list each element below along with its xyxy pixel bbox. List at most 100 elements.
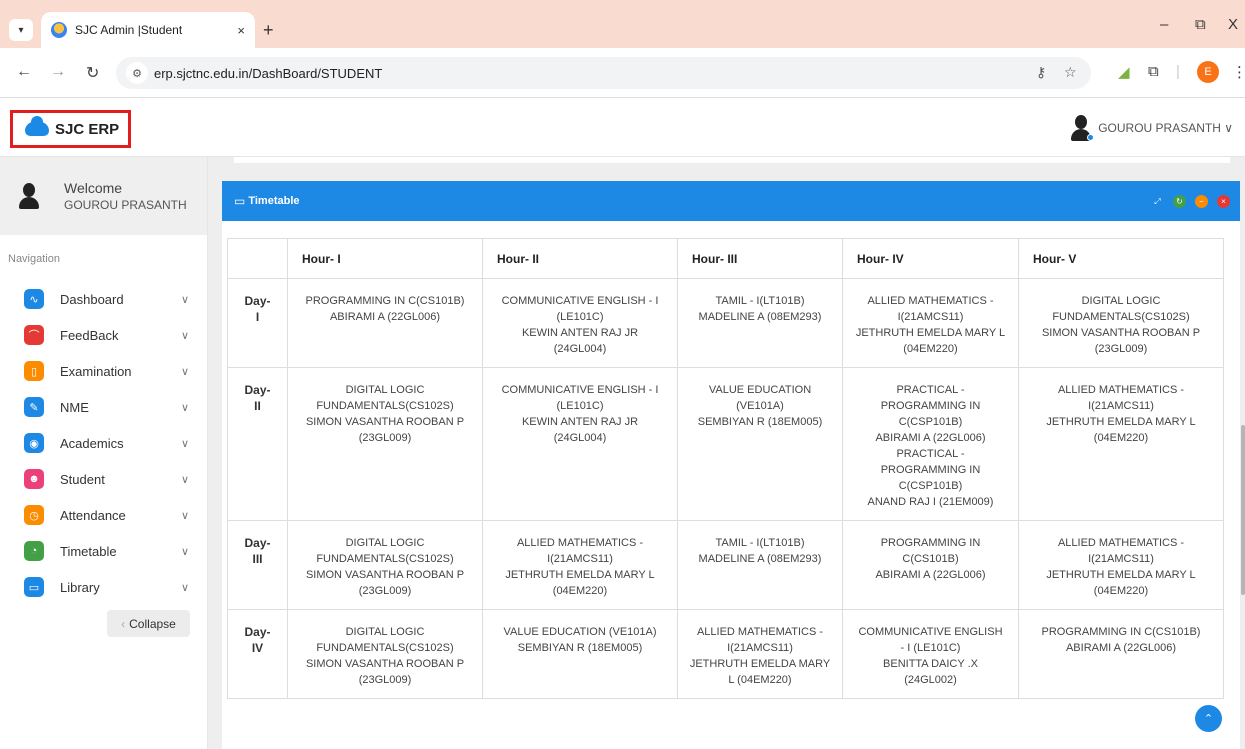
timetable-cell: COMMUNICATIVE ENGLISH - I (LE101C) BENIT…	[842, 609, 1019, 699]
profile-avatar[interactable]: E	[1197, 61, 1219, 83]
timetable-table: Hour- I Hour- II Hour- III Hour- IV Hour- V …	[227, 238, 1224, 699]
rss-icon: ⌒	[24, 325, 44, 345]
chevron-down-icon: ∨	[181, 509, 190, 522]
sidebar-item-nme[interactable]: ✎ NME ∨	[0, 389, 207, 425]
target-icon: ◉	[24, 433, 44, 453]
user-menu-name: GOUROU PRASANTH ∨	[1098, 121, 1233, 135]
restore-window-button[interactable]: ⧉	[1195, 16, 1206, 33]
calendar-icon: ▭	[234, 194, 246, 208]
extensions-puzzle-icon[interactable]: ⧉	[1148, 63, 1159, 80]
sidebar-item-academics[interactable]: ◉ Academics ∨	[0, 425, 207, 461]
expand-icon[interactable]: ⤢	[1151, 195, 1164, 208]
welcome-label: Welcome	[64, 180, 123, 196]
timetable-cell: DIGITAL LOGIC FUNDAMENTALS(CS102S) SIMON…	[287, 367, 483, 521]
minimize-window-button[interactable]: –	[1160, 16, 1168, 33]
book-open-icon: ▭	[24, 577, 44, 597]
scroll-to-top-button[interactable]: ⌃	[1195, 705, 1222, 732]
user-avatar-icon	[1070, 115, 1095, 141]
welcome-user-name: GOUROU PRASANTH	[64, 198, 187, 212]
sidebar-item-label: Timetable	[60, 543, 117, 559]
timetable-cell: ALLIED MATHEMATICS - I(21AMCS11) JETHRUT…	[1018, 367, 1224, 521]
forward-arrow-icon[interactable]: →	[50, 63, 66, 81]
table-row: Day- II DIGITAL LOGIC FUNDAMENTALS(CS102S…	[227, 367, 1224, 521]
browser-tabstrip: ▾ SJC Admin |Student × + – ⧉ X	[0, 0, 1245, 48]
timetable-panel: ▭ Timetable ⤢ ↻ − × Hour- I Hour- II Hour- II…	[222, 181, 1240, 749]
sidebar-item-student[interactable]: ☻ Student ∨	[0, 461, 207, 497]
reload-icon[interactable]: ↻	[86, 63, 99, 83]
day-label: Day- III	[227, 520, 288, 610]
close-window-button[interactable]: X	[1228, 16, 1238, 33]
timetable-cell: ALLIED MATHEMATICS - I(21AMCS11) JETHRUT…	[1018, 520, 1224, 610]
chevron-up-icon: ⌃	[1203, 713, 1214, 725]
sidebar-item-label: Attendance	[60, 507, 126, 523]
close-tab-icon[interactable]: ×	[237, 23, 245, 38]
sidebar-item-label: Dashboard	[60, 291, 124, 307]
password-key-icon[interactable]: ⚷	[1036, 64, 1046, 81]
menu-kebab-icon[interactable]: ⋮	[1232, 63, 1245, 81]
new-tab-button[interactable]: +	[263, 20, 274, 41]
timetable-cell: PROGRAMMING IN C(CS101B) ABIRAMI A (22GL…	[1018, 609, 1224, 699]
site-favicon-icon	[51, 22, 67, 38]
extension-icon[interactable]: ◢	[1118, 63, 1130, 81]
welcome-box: Welcome GOUROU PRASANTH	[0, 157, 207, 235]
chevron-down-icon: ∨	[181, 437, 190, 450]
timetable-cell: TAMIL - I(LT101B) MADELINE A (08EM293)	[677, 278, 843, 368]
panel-header: ▭ Timetable ⤢ ↻ − ×	[222, 181, 1240, 221]
sidebar-item-label: Academics	[60, 435, 124, 451]
chevron-down-icon: ∨	[181, 293, 190, 306]
table-header-row: Hour- I Hour- II Hour- III Hour- IV Hour- V	[227, 238, 1224, 279]
edit-icon: ✎	[24, 397, 44, 417]
timetable-cell: VALUE EDUCATION (VE101A) SEMBIYAN R (18E…	[482, 609, 678, 699]
bookmark-star-icon[interactable]: ☆	[1064, 64, 1077, 81]
sidebar-item-library[interactable]: ▭ Library ∨	[0, 569, 207, 605]
browser-tab[interactable]: SJC Admin |Student ×	[41, 12, 255, 48]
chevron-left-icon: ‹	[121, 616, 126, 631]
timetable-cell: COMMUNICATIVE ENGLISH - I (LE101C) KEWIN…	[482, 278, 678, 368]
sidebar-item-examination[interactable]: ▯ Examination ∨	[0, 353, 207, 389]
sidebar-item-timetable[interactable]: ◔ Timetable ∨	[0, 533, 207, 569]
close-icon[interactable]: ×	[1217, 195, 1230, 208]
sidebar-item-label: NME	[60, 399, 89, 415]
timetable-cell: PROGRAMMING IN C(CS101B) ABIRAMI A (22GL…	[842, 520, 1019, 610]
timetable-cell: ALLIED MATHEMATICS - I(21AMCS11) JETHRUT…	[677, 609, 843, 699]
timetable-cell: ALLIED MATHEMATICS - I(21AMCS11) JETHRUT…	[482, 520, 678, 610]
timetable-cell: PROGRAMMING IN C(CS101B) ABIRAMI A (22GL…	[287, 278, 483, 368]
collapse-button[interactable]: ‹ Collapse	[107, 610, 190, 637]
minimize-icon[interactable]: −	[1195, 195, 1208, 208]
users-icon: ☻	[24, 469, 44, 489]
refresh-icon[interactable]: ↻	[1173, 195, 1186, 208]
sidebar-item-label: Library	[60, 579, 100, 595]
table-row: Day- III DIGITAL LOGIC FUNDAMENTALS(CS102…	[227, 520, 1224, 610]
sidebar-item-feedback[interactable]: ⌒ FeedBack ∨	[0, 317, 207, 353]
tab-search-button[interactable]: ▾	[9, 19, 33, 41]
table-row: Day- IV DIGITAL LOGIC FUNDAMENTALS(CS102S…	[227, 609, 1224, 699]
day-label: Day- IV	[227, 609, 288, 699]
timetable-cell: TAMIL - I(LT101B) MADELINE A (08EM293)	[677, 520, 843, 610]
chevron-down-icon: ▾	[18, 24, 24, 36]
sidebar-item-attendance[interactable]: ◷ Attendance ∨	[0, 497, 207, 533]
sidebar: Welcome GOUROU PRASANTH Navigation ∿ Dash…	[0, 157, 208, 749]
site-info-icon[interactable]: ⚙	[126, 62, 148, 84]
sidebar-item-label: Examination	[60, 363, 132, 379]
url-text: erp.sjctnc.edu.in/DashBoard/STUDENT	[154, 65, 383, 81]
page-scrollbar[interactable]	[1241, 425, 1245, 595]
chevron-down-icon: ∨	[181, 401, 190, 414]
brand-logo[interactable]: SJC ERP	[10, 110, 131, 148]
timetable-cell: ALLIED MATHEMATICS - I(21AMCS11) JETHRUT…	[842, 278, 1019, 368]
table-row: Day- I PROGRAMMING IN C(CS101B) ABIRAMI A…	[227, 278, 1224, 368]
sidebar-item-label: FeedBack	[60, 327, 119, 343]
top-card-edge	[234, 157, 1230, 163]
chevron-down-icon: ∨	[181, 545, 190, 558]
chevron-down-icon: ∨	[181, 365, 190, 378]
timetable-cell: DIGITAL LOGIC FUNDAMENTALS(CS102S) SIMON…	[1018, 278, 1224, 368]
column-header: Hour- V	[1018, 238, 1224, 279]
sidebar-item-label: Student	[60, 471, 105, 487]
book-icon: ▯	[24, 361, 44, 381]
sidebar-item-dashboard[interactable]: ∿ Dashboard ∨	[0, 281, 207, 317]
user-menu[interactable]: GOUROU PRASANTH ∨	[1070, 115, 1233, 141]
timer-icon: ◔	[24, 541, 44, 561]
cloud-icon	[25, 116, 49, 136]
address-bar[interactable]: ⚙ erp.sjctnc.edu.in/DashBoard/STUDENT ⚷ …	[116, 57, 1091, 89]
day-label: Day- II	[227, 367, 288, 521]
back-arrow-icon[interactable]: ←	[16, 63, 32, 81]
